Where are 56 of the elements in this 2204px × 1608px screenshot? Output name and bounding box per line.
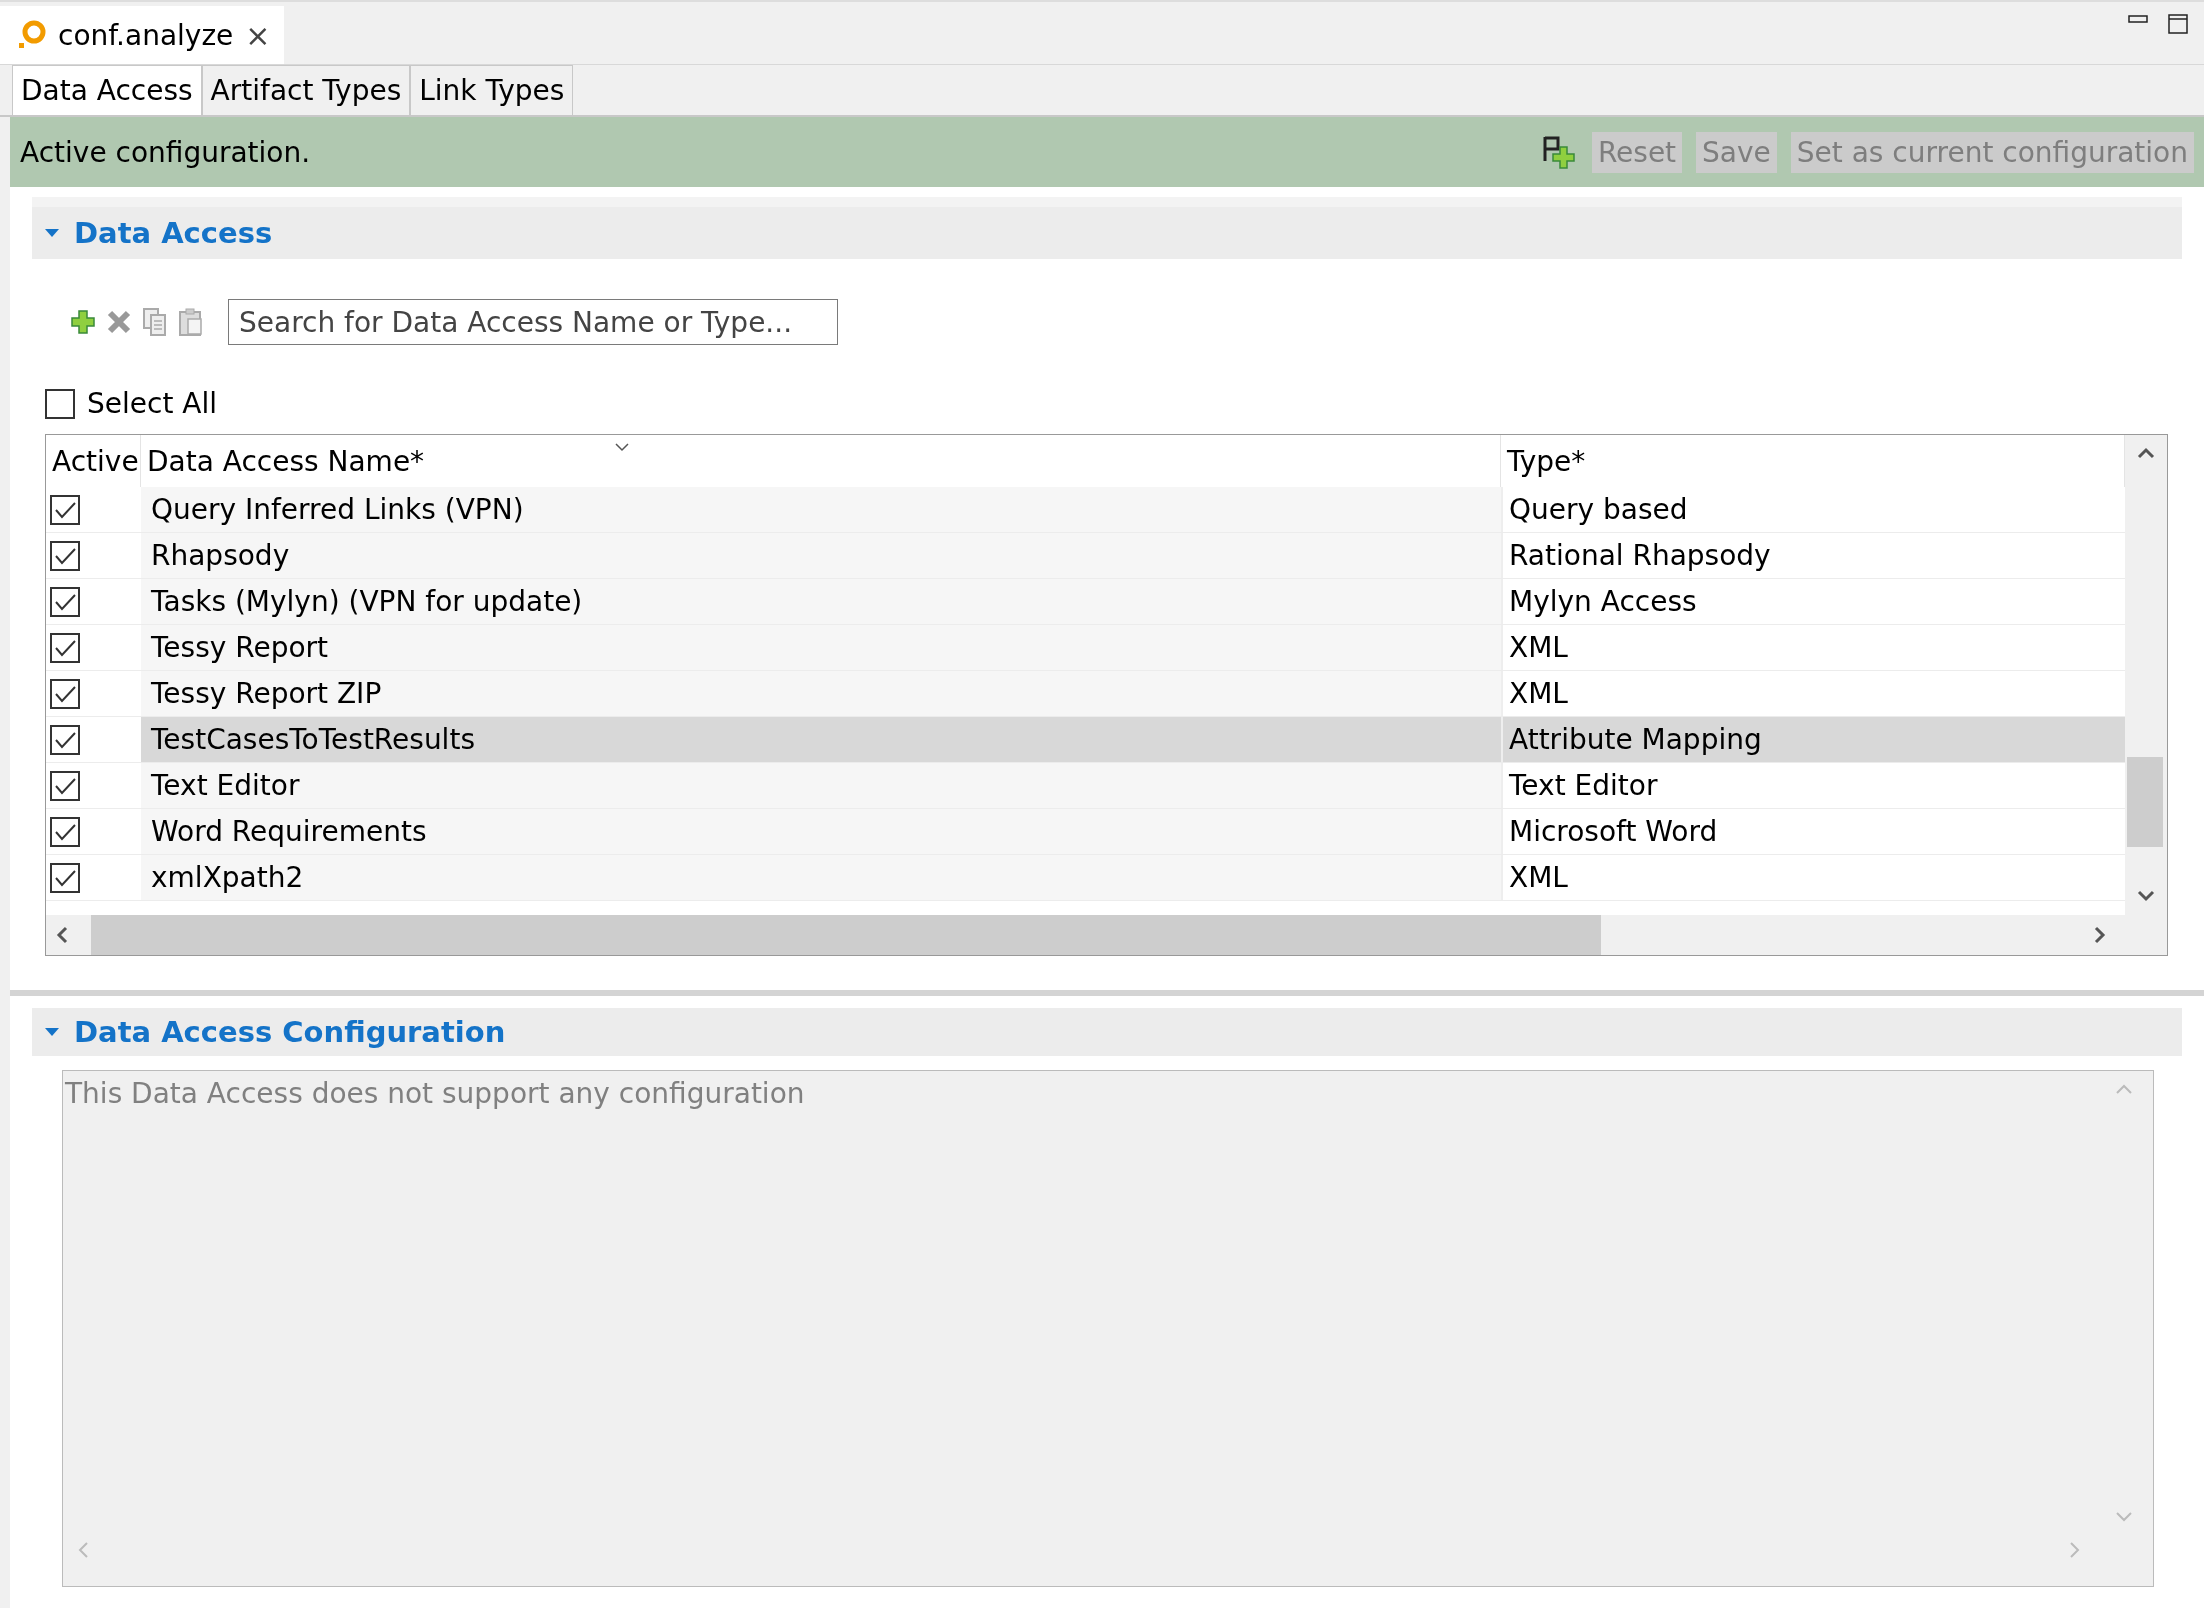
active-checkbox[interactable] — [50, 494, 80, 525]
table-row[interactable]: Tessy Report ZIP XML — [46, 671, 2125, 717]
table-cell: Tessy Report ZIP — [141, 671, 1501, 716]
table-cell: Tasks (Mylyn) (VPN for update) — [141, 579, 1501, 624]
table-cell: Tessy Report — [141, 625, 1501, 670]
active-checkbox[interactable] — [50, 540, 80, 571]
table-cell: Attribute Mapping — [1501, 717, 2125, 762]
active-checkbox[interactable] — [50, 770, 80, 801]
status-message: Active configuration. — [20, 135, 312, 169]
scrollbar-thumb[interactable] — [2127, 757, 2163, 847]
table-row[interactable]: Rhapsody Rational Rhapsody — [46, 533, 2125, 579]
active-checkbox[interactable] — [50, 586, 80, 617]
search-field[interactable]: Search for Data Access Name or Type... — [228, 299, 838, 345]
table-cell: Rhapsody — [141, 533, 1501, 578]
close-button[interactable]: × — [245, 17, 271, 53]
active-checkbox[interactable] — [50, 678, 80, 709]
scrollbar-thumb[interactable] — [91, 915, 1601, 955]
tab[interactable]: Data Access — [12, 65, 202, 115]
table-row[interactable]: TestCasesToTestResults Attribute Mapping — [46, 717, 2125, 763]
table-row[interactable]: xmlXpath2 XML — [46, 855, 2125, 901]
active-checkbox[interactable] — [50, 862, 80, 893]
flag-plus-icon[interactable] — [1541, 135, 1578, 169]
editor-tab[interactable]: conf.analyze × — [0, 6, 285, 64]
table-row[interactable]: Tessy Report XML — [46, 625, 2125, 671]
maximize-icon[interactable] — [2168, 14, 2188, 34]
scroll-up-icon[interactable] — [2137, 447, 2155, 459]
tab[interactable]: Link Types — [410, 65, 574, 115]
section-title[interactable]: Data Access Configuration — [74, 1015, 506, 1049]
table-row[interactable]: Word Requirements Microsoft Word — [46, 809, 2125, 855]
vertical-scrollbar[interactable] — [2125, 435, 2167, 915]
table-cell: Text Editor — [141, 763, 1501, 808]
ring-logo-icon — [18, 20, 46, 50]
table-row[interactable]: Query Inferred Links (VPN) Query based — [46, 487, 2125, 533]
sort-chevron-icon — [615, 443, 629, 452]
select-all-checkbox[interactable] — [45, 388, 75, 419]
active-checkbox[interactable] — [50, 724, 80, 755]
section-title[interactable]: Data Access — [74, 216, 273, 250]
configuration-message: This Data Access does not support any configuration — [64, 1076, 806, 1110]
scroll-right-icon[interactable] — [2094, 926, 2106, 944]
horizontal-scrollbar[interactable] — [46, 915, 2167, 955]
table-cell: Query Inferred Links (VPN) — [141, 487, 1501, 532]
scroll-left-icon[interactable] — [56, 926, 68, 944]
scroll-down-icon[interactable] — [2137, 890, 2155, 902]
delete-icon[interactable] — [106, 309, 132, 335]
table-cell: Word Requirements — [141, 809, 1501, 854]
active-checkbox[interactable] — [50, 816, 80, 847]
table-row[interactable]: Text Editor Text Editor — [46, 763, 2125, 809]
table-cell: xmlXpath2 — [141, 855, 1501, 900]
table-cell: TestCasesToTestResults — [141, 717, 1501, 762]
table-row[interactable]: Tasks (Mylyn) (VPN for update) Mylyn Access — [46, 579, 2125, 625]
minimize-icon[interactable] — [2128, 14, 2148, 24]
add-icon[interactable] — [70, 309, 96, 335]
select-all-label: Select All — [87, 387, 217, 420]
tab[interactable]: Artifact Types — [201, 65, 411, 115]
active-checkbox[interactable] — [50, 632, 80, 663]
editor-tab-title: conf.analyze — [58, 18, 234, 52]
